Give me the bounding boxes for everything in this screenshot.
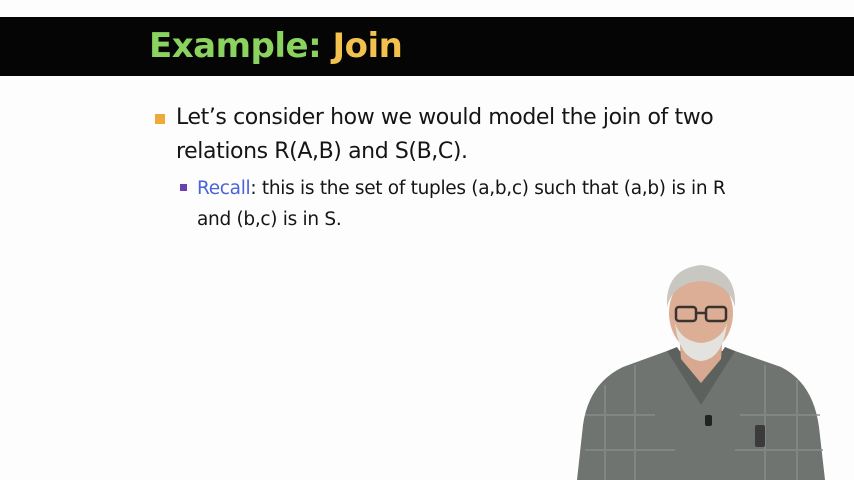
bullet-square-icon xyxy=(155,114,165,124)
presenter-video xyxy=(577,265,825,480)
slide-title-prefix: Example: xyxy=(149,26,333,66)
recall-highlight: Recall xyxy=(197,178,251,199)
slide-title: Example: Join xyxy=(149,24,403,68)
bullet-text-level2: Recall: this is the set of tuples (a,b,c… xyxy=(197,173,737,235)
microphone-icon xyxy=(705,415,712,426)
pocket-pen xyxy=(755,425,765,447)
lecture-slide: Example: Join Let’s consider how we woul… xyxy=(0,0,854,480)
title-bar xyxy=(0,17,854,76)
sub-bullet-square-icon xyxy=(180,184,187,191)
bullet-text-level1: Let’s consider how we would model the jo… xyxy=(176,105,714,164)
recall-text: : this is the set of tuples (a,b,c) such… xyxy=(197,178,726,230)
slide-title-topic: Join xyxy=(332,26,403,66)
